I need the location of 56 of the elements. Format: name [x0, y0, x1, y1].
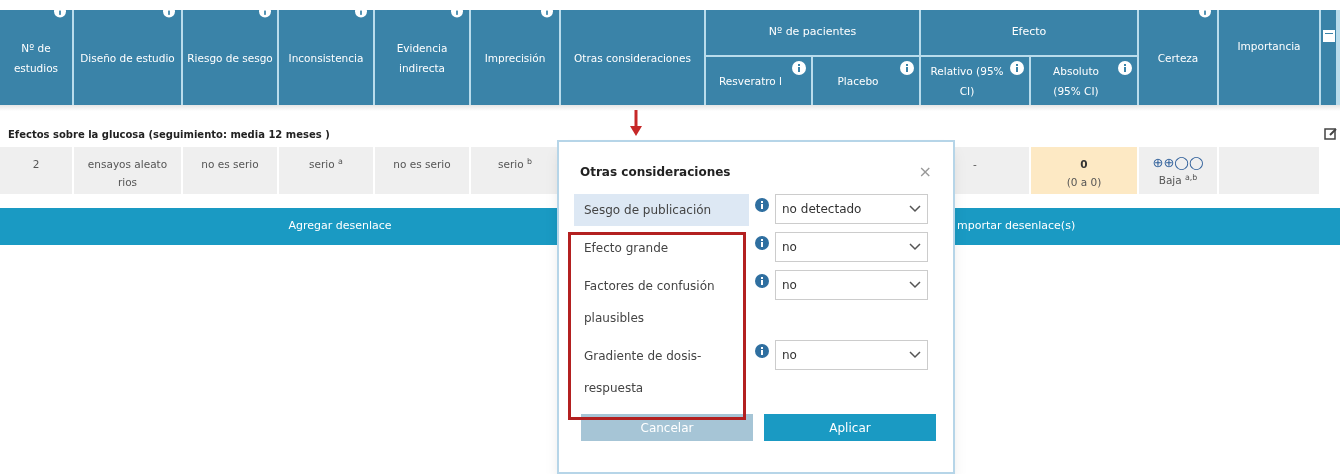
column-header[interactable]: Otras consideraciones	[574, 47, 691, 68]
info-icon[interactable]	[451, 10, 463, 18]
column-header[interactable]: Importancia	[1237, 36, 1301, 56]
info-icon[interactable]	[1118, 61, 1132, 75]
info-icon[interactable]	[259, 10, 271, 18]
popup-title: Otras consideraciones	[580, 164, 731, 181]
table-cell: serio $^{a}$	[279, 147, 373, 194]
column-header[interactable]: Resveratro l	[713, 71, 788, 91]
column-header[interactable]: Inconsistencia	[288, 47, 364, 68]
table-cell: serio $^{b}$	[471, 147, 559, 194]
column-header[interactable]: Imprecisión	[484, 47, 546, 68]
column-header[interactable]: Nº de estudios	[2, 37, 70, 78]
certainty-rating: ⊕⊕◯◯	[1152, 155, 1204, 171]
absolute-value: 0	[1080, 157, 1088, 172]
info-icon[interactable]	[1010, 61, 1024, 75]
section-title: Efectos sobre la glucosa (seguimiento: media 12 meses )	[8, 127, 330, 142]
info-icon[interactable]	[1199, 10, 1211, 18]
column-header[interactable]: Certeza	[1157, 47, 1199, 68]
table-cell: ensayos aleatorios	[74, 147, 181, 194]
edit-icon[interactable]	[1324, 127, 1338, 141]
select-field[interactable]: no detectado	[775, 194, 928, 224]
table-cell: no es serio	[375, 147, 469, 194]
select-field[interactable]: no	[775, 232, 928, 262]
info-icon[interactable]	[755, 198, 769, 212]
table-icon[interactable]	[1323, 30, 1335, 42]
chevron-down-icon	[909, 243, 921, 251]
column-header[interactable]: Evidencia indirecta	[377, 37, 467, 78]
info-icon[interactable]	[755, 236, 769, 250]
chevron-down-icon	[909, 281, 921, 289]
column-group-header: Efecto	[921, 10, 1137, 55]
info-icon[interactable]	[54, 10, 66, 18]
info-icon[interactable]	[355, 10, 367, 18]
select-field[interactable]: no	[775, 340, 928, 370]
arrow-icon	[630, 110, 642, 136]
info-icon[interactable]	[755, 344, 769, 358]
column-header[interactable]: Absoluto (95% CI)	[1039, 61, 1113, 101]
column-group-header: Nº de pacientes	[706, 10, 919, 55]
certainty-label: Baja $^{a,b}$	[1158, 172, 1198, 188]
field-label: Sesgo de publicación	[574, 194, 749, 226]
column-header[interactable]: Placebo	[821, 71, 895, 91]
info-icon[interactable]	[900, 61, 914, 75]
column-header[interactable]: Diseño de estudio	[80, 47, 175, 68]
info-icon[interactable]	[163, 10, 175, 18]
info-icon[interactable]	[541, 10, 553, 18]
select-field[interactable]: no	[775, 270, 928, 300]
chevron-down-icon	[909, 351, 921, 359]
apply-button[interactable]: Aplicar	[764, 414, 936, 441]
column-header[interactable]: Riesgo de sesgo	[187, 47, 273, 68]
column-header[interactable]: Relativo (95% CI)	[930, 61, 1004, 101]
close-button[interactable]: ×	[918, 160, 932, 184]
table-cell: no es serio	[183, 147, 277, 194]
info-icon[interactable]	[792, 61, 806, 75]
confidence-interval: (0 a 0)	[1066, 175, 1102, 190]
info-icon[interactable]	[755, 274, 769, 288]
table-cell: 2	[0, 147, 72, 194]
chevron-down-icon	[909, 205, 921, 213]
